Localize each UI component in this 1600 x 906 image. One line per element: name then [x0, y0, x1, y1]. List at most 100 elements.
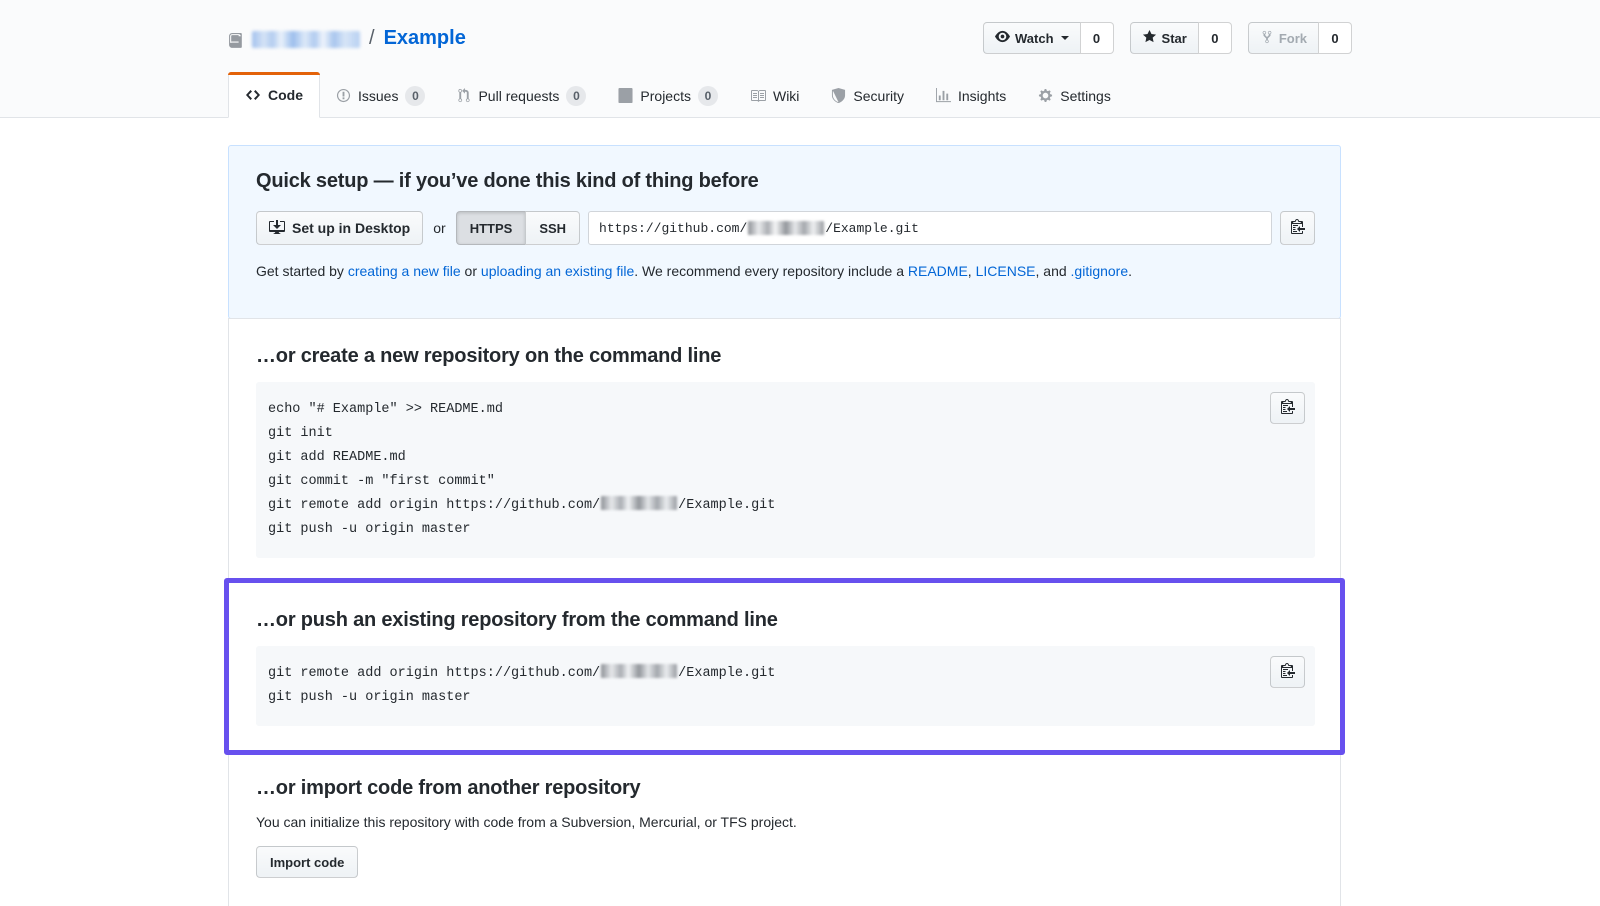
gitignore-link[interactable]: .gitignore [1071, 263, 1129, 279]
help-text-mid2: . We recommend every repository include … [634, 263, 908, 279]
watch-button[interactable]: Watch [983, 22, 1080, 54]
push-repository-title: …or push an existing repository from the… [256, 609, 1315, 632]
repo-owner-name-redacted[interactable] [252, 31, 360, 48]
star-button[interactable]: Star [1130, 22, 1198, 54]
breadcrumb-separator: / [367, 24, 377, 52]
create-new-file-link[interactable]: creating a new file [348, 263, 461, 279]
push-repository-code-wrap: git remote add origin https://github.com… [256, 646, 1315, 726]
fork-button-group: Fork 0 [1248, 22, 1352, 54]
clone-url-suffix: /Example.git [825, 221, 919, 236]
help-text-mid3: , [968, 263, 976, 279]
setup-instructions-card: …or create a new repository on the comma… [228, 318, 1341, 906]
create-repository-code[interactable]: echo "# Example" >> README.md git init g… [256, 382, 1315, 558]
code-line-3: git add README.md [268, 450, 406, 465]
code-line-5-prefix: git remote add origin https://github.com… [268, 498, 600, 513]
code-line-4: git commit -m "first commit" [268, 474, 495, 489]
clone-url-input[interactable]: https://github.com/ /Example.git [588, 211, 1272, 245]
quick-setup-help-text: Get started by creating a new file or up… [256, 261, 1315, 282]
tab-security[interactable]: Security [815, 73, 920, 118]
star-icon [1142, 29, 1157, 47]
repo-social-actions: Watch 0 Star 0 [983, 22, 1352, 54]
tab-code-label: Code [268, 87, 303, 103]
fork-label: Fork [1279, 31, 1307, 46]
git-pull-request-icon [457, 88, 471, 103]
clipboard-copy-icon [1280, 662, 1296, 683]
tab-insights[interactable]: Insights [920, 73, 1022, 118]
code-line-5-suffix: /Example.git [678, 498, 775, 513]
tab-settings-label: Settings [1060, 88, 1111, 104]
copy-create-commands-button[interactable] [1270, 392, 1305, 424]
import-code-title: …or import code from another repository [256, 777, 1315, 800]
clipboard-copy-icon [1280, 398, 1296, 419]
code-line-5-owner-redacted [601, 496, 677, 510]
import-code-section: …or import code from another repository … [229, 750, 1340, 906]
star-count[interactable]: 0 [1198, 22, 1232, 54]
create-repository-section: …or create a new repository on the comma… [229, 319, 1340, 582]
repository-nav: Code Issues 0 [228, 72, 1127, 118]
github-new-repo-page: / Example Watch 0 [0, 0, 1600, 906]
repository-icon [228, 30, 245, 47]
tab-wiki-label: Wiki [773, 88, 799, 104]
tab-security-label: Security [853, 88, 904, 104]
tab-issues-label: Issues [358, 88, 398, 104]
repository-header: / Example Watch 0 [0, 0, 1600, 118]
book-icon [750, 88, 766, 104]
tab-projects-count: 0 [698, 86, 718, 106]
protocol-selector: HTTPS SSH [456, 211, 580, 245]
help-text-mid1: or [461, 263, 481, 279]
push-code-line-1-prefix: git remote add origin https://github.com… [268, 666, 600, 681]
code-icon [245, 87, 261, 103]
clipboard-copy-icon [1290, 218, 1306, 239]
import-code-button[interactable]: Import code [256, 846, 358, 878]
tab-issues-count: 0 [405, 86, 425, 106]
tab-wiki[interactable]: Wiki [734, 73, 815, 118]
quick-setup-title: Quick setup — if you’ve done this kind o… [256, 170, 1315, 193]
set-up-in-desktop-label: Set up in Desktop [292, 220, 410, 236]
copy-clone-url-button[interactable] [1280, 211, 1315, 245]
copy-push-commands-button[interactable] [1270, 656, 1305, 688]
repo-name-link[interactable]: Example [384, 24, 466, 52]
fork-button: Fork [1248, 22, 1318, 54]
readme-link[interactable]: README [908, 263, 968, 279]
main-content: Quick setup — if you’ve done this kind o… [228, 145, 1341, 906]
issue-opened-icon [336, 88, 351, 103]
tab-projects-label: Projects [640, 88, 691, 104]
tab-pull-requests-label: Pull requests [478, 88, 559, 104]
protocol-https-button[interactable]: HTTPS [456, 211, 526, 245]
clone-url-prefix: https://github.com/ [599, 221, 747, 236]
push-code-line-1-suffix: /Example.git [678, 666, 775, 681]
star-label: Star [1162, 31, 1187, 46]
license-link[interactable]: LICENSE [976, 263, 1036, 279]
tab-pull-requests[interactable]: Pull requests 0 [441, 73, 602, 118]
tab-settings[interactable]: Settings [1022, 73, 1127, 118]
help-text-before: Get started by [256, 263, 348, 279]
watch-button-group: Watch 0 [983, 22, 1114, 54]
or-label: or [423, 220, 455, 236]
set-up-in-desktop-button[interactable]: Set up in Desktop [256, 211, 423, 245]
tab-projects[interactable]: Projects 0 [602, 73, 734, 118]
desktop-download-icon [269, 219, 285, 238]
watch-count[interactable]: 0 [1080, 22, 1114, 54]
help-text-after: . [1128, 263, 1132, 279]
fork-icon [1260, 30, 1274, 47]
push-repository-section: …or push an existing repository from the… [229, 582, 1340, 750]
tab-insights-label: Insights [958, 88, 1006, 104]
code-line-1: echo "# Example" >> README.md [268, 402, 503, 417]
shield-icon [831, 88, 846, 103]
help-text-mid4: , and [1036, 263, 1071, 279]
push-code-line-2: git push -u origin master [268, 690, 471, 705]
push-repository-code[interactable]: git remote add origin https://github.com… [256, 646, 1315, 726]
quick-setup-panel: Quick setup — if you’ve done this kind o… [228, 145, 1341, 319]
code-line-6: git push -u origin master [268, 522, 471, 537]
clone-url-owner-redacted [748, 221, 824, 235]
upload-existing-file-link[interactable]: uploading an existing file [481, 263, 634, 279]
graph-icon [936, 88, 951, 103]
tab-issues[interactable]: Issues 0 [320, 73, 441, 118]
watch-label: Watch [1015, 31, 1054, 46]
code-line-2: git init [268, 426, 333, 441]
tab-code[interactable]: Code [228, 72, 320, 118]
gear-icon [1038, 88, 1053, 103]
fork-count: 0 [1318, 22, 1352, 54]
clone-row: Set up in Desktop or HTTPS SSH https://g… [256, 211, 1315, 245]
protocol-ssh-button[interactable]: SSH [525, 211, 580, 245]
